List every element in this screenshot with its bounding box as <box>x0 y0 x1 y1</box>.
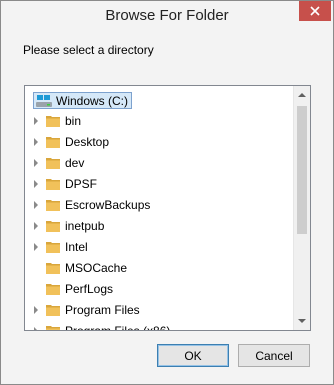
tree-item-label: Intel <box>65 240 88 254</box>
folder-icon <box>46 158 60 169</box>
expand-chevron-icon[interactable] <box>34 201 38 209</box>
folder-icon <box>46 200 60 211</box>
folder-icon <box>46 179 60 190</box>
tree-item[interactable]: Program Files <box>25 300 285 321</box>
folder-icon <box>46 221 60 232</box>
expand-chevron-icon[interactable] <box>34 159 38 167</box>
tree-root-selection: Windows (C:) <box>33 92 133 109</box>
tree-root-item[interactable]: Windows (C:) <box>33 90 133 111</box>
tree-item-label: bin <box>65 114 82 128</box>
tree-item[interactable]: EscrowBackups <box>25 195 285 216</box>
window-title: Browse For Folder <box>105 7 229 24</box>
tree-item[interactable]: Intel <box>25 237 285 258</box>
tree-item[interactable]: dev <box>25 153 285 174</box>
folder-icon <box>46 263 60 274</box>
folder-icon <box>46 242 60 253</box>
cancel-button[interactable]: Cancel <box>238 344 310 367</box>
tree-item-label: EscrowBackups <box>65 198 151 212</box>
tree-item-label: PerfLogs <box>65 282 114 296</box>
tree-item[interactable]: Desktop <box>25 132 285 153</box>
scroll-down-icon[interactable] <box>298 319 306 323</box>
ok-button[interactable]: OK <box>157 344 229 367</box>
expand-chevron-icon[interactable] <box>34 306 38 314</box>
scroll-up-icon[interactable] <box>298 93 306 97</box>
tree-item[interactable]: bin <box>25 111 285 132</box>
folder-icon <box>46 305 60 316</box>
folder-icon <box>46 116 60 127</box>
scroll-thumb[interactable] <box>297 106 307 234</box>
expand-chevron-icon[interactable] <box>34 180 38 188</box>
tree-item[interactable]: MSOCache <box>25 258 285 279</box>
folder-tree[interactable]: Windows (C:) bin Desktop dev DPSF EscrowBack… <box>24 85 311 331</box>
tree-item[interactable]: DPSF <box>25 174 285 195</box>
prompt-text: Please select a directory <box>23 43 154 57</box>
expand-chevron-icon[interactable] <box>34 222 38 230</box>
drive-icon <box>36 94 52 107</box>
title-bar[interactable]: Browse For Folder <box>1 1 333 32</box>
tree-item-label: dev <box>65 156 85 170</box>
expand-chevron-icon[interactable] <box>34 117 38 125</box>
vertical-scrollbar[interactable] <box>293 86 310 330</box>
folder-icon <box>46 284 60 295</box>
tree-item[interactable]: Program Files (x86) <box>25 321 285 331</box>
tree-item-label: Program Files <box>65 303 140 317</box>
expand-chevron-icon[interactable] <box>34 327 38 330</box>
tree-item-label: inetpub <box>65 219 105 233</box>
browse-for-folder-dialog: Browse For Folder Please select a direct… <box>0 0 334 385</box>
tree-root-label: Windows (C:) <box>56 93 129 108</box>
folder-icon <box>46 137 60 148</box>
tree-item-label: DPSF <box>65 177 98 191</box>
tree-item-label: Desktop <box>65 135 110 149</box>
folder-icon <box>46 326 60 330</box>
tree-item-label: Program Files (x86) <box>65 324 171 331</box>
tree-item[interactable]: PerfLogs <box>25 279 285 300</box>
tree-item[interactable]: inetpub <box>25 216 285 237</box>
close-icon <box>310 6 320 16</box>
expand-chevron-icon[interactable] <box>34 138 38 146</box>
close-button[interactable] <box>299 1 331 21</box>
expand-chevron-icon[interactable] <box>34 243 38 251</box>
tree-item-label: MSOCache <box>65 261 128 275</box>
